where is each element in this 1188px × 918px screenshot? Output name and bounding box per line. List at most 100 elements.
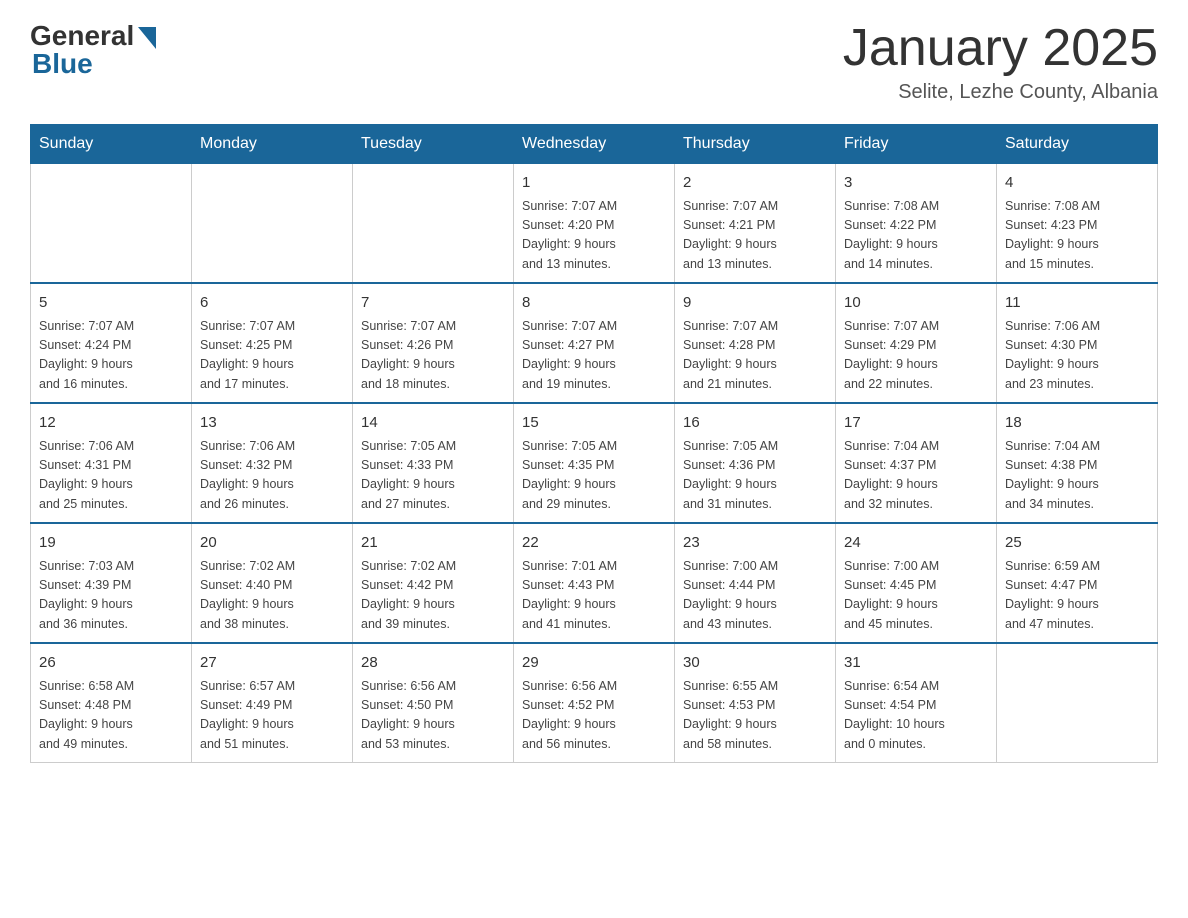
calendar-day-9: 9Sunrise: 7:07 AM Sunset: 4:28 PM Daylig…: [675, 283, 836, 403]
day-info: Sunrise: 7:04 AM Sunset: 4:37 PM Dayligh…: [844, 437, 988, 515]
calendar-week-row: 5Sunrise: 7:07 AM Sunset: 4:24 PM Daylig…: [31, 283, 1158, 403]
calendar-table: SundayMondayTuesdayWednesdayThursdayFrid…: [30, 124, 1158, 763]
calendar-week-row: 12Sunrise: 7:06 AM Sunset: 4:31 PM Dayli…: [31, 403, 1158, 523]
day-info: Sunrise: 7:06 AM Sunset: 4:31 PM Dayligh…: [39, 437, 183, 515]
day-info: Sunrise: 7:07 AM Sunset: 4:26 PM Dayligh…: [361, 317, 505, 395]
day-number: 24: [844, 532, 988, 555]
day-number: 3: [844, 172, 988, 195]
day-number: 17: [844, 412, 988, 435]
day-info: Sunrise: 7:07 AM Sunset: 4:21 PM Dayligh…: [683, 197, 827, 275]
day-number: 8: [522, 292, 666, 315]
month-title: January 2025: [843, 20, 1158, 77]
day-info: Sunrise: 7:05 AM Sunset: 4:33 PM Dayligh…: [361, 437, 505, 515]
day-number: 28: [361, 652, 505, 675]
calendar-week-row: 19Sunrise: 7:03 AM Sunset: 4:39 PM Dayli…: [31, 523, 1158, 643]
calendar-day-22: 22Sunrise: 7:01 AM Sunset: 4:43 PM Dayli…: [514, 523, 675, 643]
day-info: Sunrise: 7:07 AM Sunset: 4:25 PM Dayligh…: [200, 317, 344, 395]
day-number: 23: [683, 532, 827, 555]
day-info: Sunrise: 7:06 AM Sunset: 4:30 PM Dayligh…: [1005, 317, 1149, 395]
page-header: General Blue January 2025 Selite, Lezhe …: [30, 20, 1158, 104]
calendar-day-14: 14Sunrise: 7:05 AM Sunset: 4:33 PM Dayli…: [353, 403, 514, 523]
calendar-header-row: SundayMondayTuesdayWednesdayThursdayFrid…: [31, 125, 1158, 164]
calendar-day-11: 11Sunrise: 7:06 AM Sunset: 4:30 PM Dayli…: [997, 283, 1158, 403]
calendar-day-21: 21Sunrise: 7:02 AM Sunset: 4:42 PM Dayli…: [353, 523, 514, 643]
day-number: 25: [1005, 532, 1149, 555]
day-number: 10: [844, 292, 988, 315]
calendar-day-30: 30Sunrise: 6:55 AM Sunset: 4:53 PM Dayli…: [675, 643, 836, 763]
calendar-day-16: 16Sunrise: 7:05 AM Sunset: 4:36 PM Dayli…: [675, 403, 836, 523]
title-section: January 2025 Selite, Lezhe County, Alban…: [843, 20, 1158, 104]
calendar-empty-cell: [192, 164, 353, 284]
day-number: 20: [200, 532, 344, 555]
calendar-day-3: 3Sunrise: 7:08 AM Sunset: 4:22 PM Daylig…: [836, 164, 997, 284]
day-info: Sunrise: 7:01 AM Sunset: 4:43 PM Dayligh…: [522, 557, 666, 635]
calendar-day-7: 7Sunrise: 7:07 AM Sunset: 4:26 PM Daylig…: [353, 283, 514, 403]
day-number: 29: [522, 652, 666, 675]
calendar-day-25: 25Sunrise: 6:59 AM Sunset: 4:47 PM Dayli…: [997, 523, 1158, 643]
day-info: Sunrise: 7:07 AM Sunset: 4:29 PM Dayligh…: [844, 317, 988, 395]
day-number: 2: [683, 172, 827, 195]
day-info: Sunrise: 7:08 AM Sunset: 4:23 PM Dayligh…: [1005, 197, 1149, 275]
day-number: 5: [39, 292, 183, 315]
calendar-day-29: 29Sunrise: 6:56 AM Sunset: 4:52 PM Dayli…: [514, 643, 675, 763]
calendar-day-4: 4Sunrise: 7:08 AM Sunset: 4:23 PM Daylig…: [997, 164, 1158, 284]
day-number: 12: [39, 412, 183, 435]
day-info: Sunrise: 6:54 AM Sunset: 4:54 PM Dayligh…: [844, 677, 988, 755]
logo-arrow-icon: [138, 27, 156, 49]
calendar-day-1: 1Sunrise: 7:07 AM Sunset: 4:20 PM Daylig…: [514, 164, 675, 284]
day-number: 4: [1005, 172, 1149, 195]
weekday-header-monday: Monday: [192, 125, 353, 164]
day-info: Sunrise: 7:04 AM Sunset: 4:38 PM Dayligh…: [1005, 437, 1149, 515]
day-info: Sunrise: 7:07 AM Sunset: 4:24 PM Dayligh…: [39, 317, 183, 395]
day-info: Sunrise: 7:07 AM Sunset: 4:28 PM Dayligh…: [683, 317, 827, 395]
calendar-day-5: 5Sunrise: 7:07 AM Sunset: 4:24 PM Daylig…: [31, 283, 192, 403]
day-info: Sunrise: 7:02 AM Sunset: 4:40 PM Dayligh…: [200, 557, 344, 635]
location-text: Selite, Lezhe County, Albania: [843, 81, 1158, 104]
day-info: Sunrise: 7:05 AM Sunset: 4:35 PM Dayligh…: [522, 437, 666, 515]
day-number: 16: [683, 412, 827, 435]
calendar-day-2: 2Sunrise: 7:07 AM Sunset: 4:21 PM Daylig…: [675, 164, 836, 284]
day-number: 15: [522, 412, 666, 435]
calendar-week-row: 26Sunrise: 6:58 AM Sunset: 4:48 PM Dayli…: [31, 643, 1158, 763]
day-info: Sunrise: 6:55 AM Sunset: 4:53 PM Dayligh…: [683, 677, 827, 755]
calendar-day-13: 13Sunrise: 7:06 AM Sunset: 4:32 PM Dayli…: [192, 403, 353, 523]
weekday-header-friday: Friday: [836, 125, 997, 164]
calendar-day-8: 8Sunrise: 7:07 AM Sunset: 4:27 PM Daylig…: [514, 283, 675, 403]
day-number: 14: [361, 412, 505, 435]
day-info: Sunrise: 6:59 AM Sunset: 4:47 PM Dayligh…: [1005, 557, 1149, 635]
day-number: 13: [200, 412, 344, 435]
calendar-day-12: 12Sunrise: 7:06 AM Sunset: 4:31 PM Dayli…: [31, 403, 192, 523]
calendar-empty-cell: [31, 164, 192, 284]
day-info: Sunrise: 7:02 AM Sunset: 4:42 PM Dayligh…: [361, 557, 505, 635]
day-number: 7: [361, 292, 505, 315]
day-number: 26: [39, 652, 183, 675]
calendar-day-23: 23Sunrise: 7:00 AM Sunset: 4:44 PM Dayli…: [675, 523, 836, 643]
day-number: 6: [200, 292, 344, 315]
day-info: Sunrise: 7:07 AM Sunset: 4:20 PM Dayligh…: [522, 197, 666, 275]
day-number: 18: [1005, 412, 1149, 435]
day-info: Sunrise: 6:56 AM Sunset: 4:50 PM Dayligh…: [361, 677, 505, 755]
logo: General Blue: [30, 20, 156, 80]
day-number: 27: [200, 652, 344, 675]
weekday-header-tuesday: Tuesday: [353, 125, 514, 164]
day-number: 21: [361, 532, 505, 555]
logo-blue-text: Blue: [32, 48, 93, 80]
calendar-empty-cell: [997, 643, 1158, 763]
day-info: Sunrise: 7:06 AM Sunset: 4:32 PM Dayligh…: [200, 437, 344, 515]
calendar-day-28: 28Sunrise: 6:56 AM Sunset: 4:50 PM Dayli…: [353, 643, 514, 763]
day-number: 9: [683, 292, 827, 315]
day-info: Sunrise: 6:58 AM Sunset: 4:48 PM Dayligh…: [39, 677, 183, 755]
day-number: 22: [522, 532, 666, 555]
day-info: Sunrise: 7:07 AM Sunset: 4:27 PM Dayligh…: [522, 317, 666, 395]
calendar-day-17: 17Sunrise: 7:04 AM Sunset: 4:37 PM Dayli…: [836, 403, 997, 523]
weekday-header-wednesday: Wednesday: [514, 125, 675, 164]
day-info: Sunrise: 7:05 AM Sunset: 4:36 PM Dayligh…: [683, 437, 827, 515]
day-number: 1: [522, 172, 666, 195]
day-info: Sunrise: 7:00 AM Sunset: 4:45 PM Dayligh…: [844, 557, 988, 635]
weekday-header-saturday: Saturday: [997, 125, 1158, 164]
weekday-header-sunday: Sunday: [31, 125, 192, 164]
day-number: 11: [1005, 292, 1149, 315]
day-info: Sunrise: 6:57 AM Sunset: 4:49 PM Dayligh…: [200, 677, 344, 755]
calendar-day-15: 15Sunrise: 7:05 AM Sunset: 4:35 PM Dayli…: [514, 403, 675, 523]
weekday-header-thursday: Thursday: [675, 125, 836, 164]
